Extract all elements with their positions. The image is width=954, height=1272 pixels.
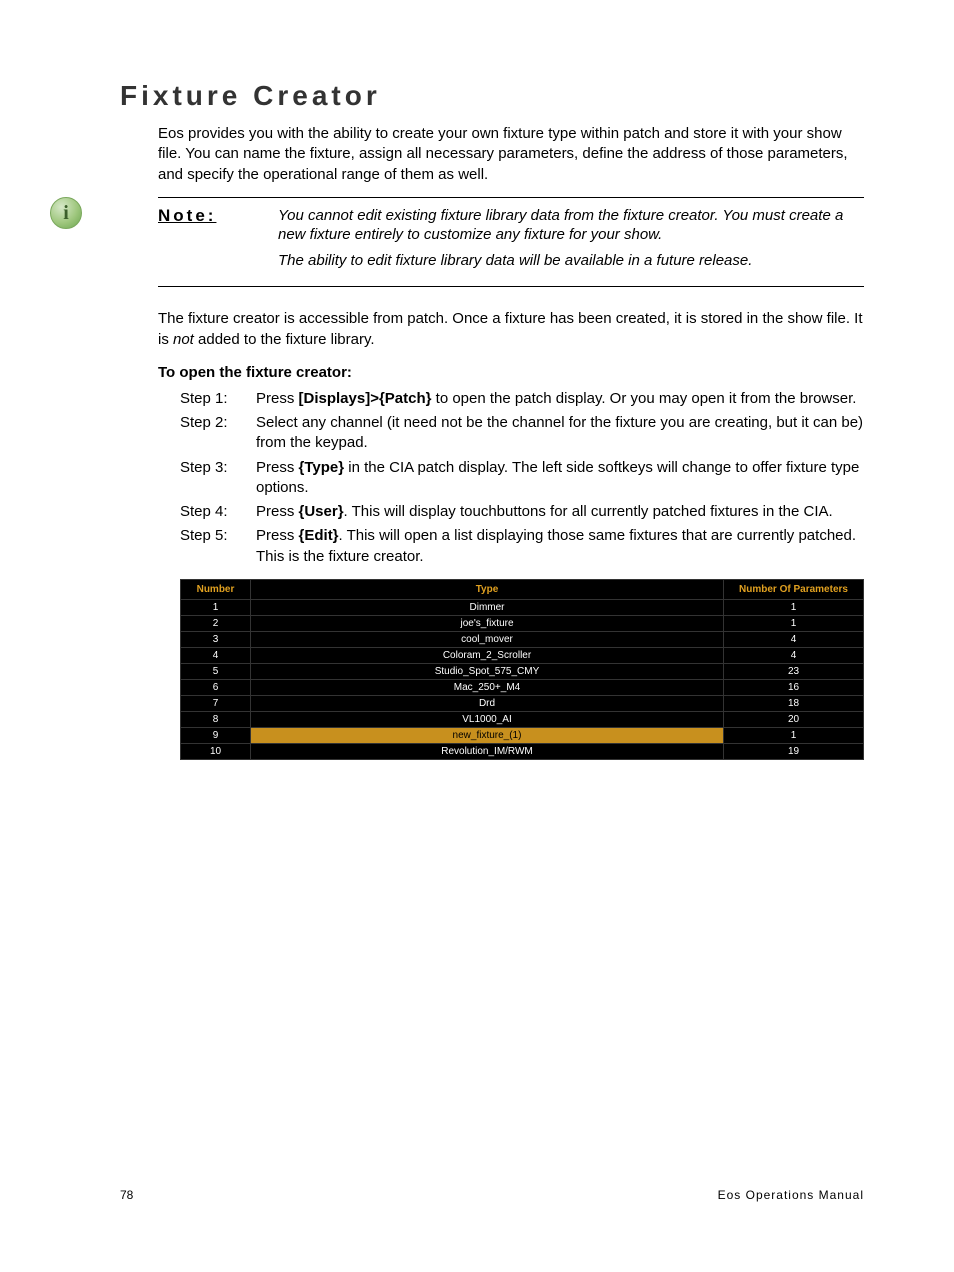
cell-number: 9: [181, 727, 251, 743]
cell-number: 6: [181, 679, 251, 695]
cell-number: 4: [181, 647, 251, 663]
step-body: Press {Type} in the CIA patch display. T…: [256, 458, 864, 499]
step-item: Step 3: Press {Type} in the CIA patch di…: [180, 458, 864, 499]
table-row: 2joe's_fixture1: [181, 615, 864, 631]
body-em: not: [173, 331, 194, 348]
table-row: 1Dimmer1: [181, 599, 864, 615]
table-row: 7Drd18: [181, 695, 864, 711]
table-row: 8VL1000_AI20: [181, 711, 864, 727]
cell-params: 23: [724, 663, 864, 679]
th-type: Type: [251, 579, 724, 599]
step-body: Press {User}. This will display touchbut…: [256, 502, 864, 522]
cell-params: 16: [724, 679, 864, 695]
cell-params: 4: [724, 631, 864, 647]
note-line-1: You cannot edit existing fixture library…: [278, 206, 864, 245]
cell-type: VL1000_AI: [251, 711, 724, 727]
note-text: You cannot edit existing fixture library…: [278, 206, 864, 277]
info-icon: i: [50, 197, 82, 229]
manual-title: Eos Operations Manual: [718, 1188, 864, 1202]
body-post: added to the fixture library.: [194, 331, 375, 348]
step-label: Step 3:: [180, 458, 256, 499]
cell-params: 18: [724, 695, 864, 711]
cell-type: Coloram_2_Scroller: [251, 647, 724, 663]
table-row: 4Coloram_2_Scroller4: [181, 647, 864, 663]
table-row: 5Studio_Spot_575_CMY23: [181, 663, 864, 679]
cell-number: 7: [181, 695, 251, 711]
cell-number: 8: [181, 711, 251, 727]
cell-params: 20: [724, 711, 864, 727]
step-label: Step 1:: [180, 389, 256, 409]
intro-paragraph: Eos provides you with the ability to cre…: [158, 124, 864, 185]
cell-params: 19: [724, 743, 864, 759]
page-number: 78: [120, 1188, 133, 1202]
info-glyph: i: [63, 202, 69, 225]
cell-type: Dimmer: [251, 599, 724, 615]
cell-type: Drd: [251, 695, 724, 711]
step-item: Step 4: Press {User}. This will display …: [180, 502, 864, 522]
cell-type: Revolution_IM/RWM: [251, 743, 724, 759]
table-row: 10Revolution_IM/RWM19: [181, 743, 864, 759]
cell-type: new_fixture_(1): [251, 727, 724, 743]
cell-number: 10: [181, 743, 251, 759]
step-body: Press [Displays]>{Patch} to open the pat…: [256, 389, 864, 409]
table-header-row: Number Type Number Of Parameters: [181, 579, 864, 599]
cell-type: joe's_fixture: [251, 615, 724, 631]
cell-type: cool_mover: [251, 631, 724, 647]
step-item: Step 2: Select any channel (it need not …: [180, 413, 864, 454]
step-label: Step 4:: [180, 502, 256, 522]
cell-params: 1: [724, 615, 864, 631]
cell-number: 3: [181, 631, 251, 647]
th-params: Number Of Parameters: [724, 579, 864, 599]
note-block: Note: You cannot edit existing fixture l…: [158, 197, 864, 288]
page-content: Fixture Creator Eos provides you with th…: [0, 0, 954, 760]
note-line-2: The ability to edit fixture library data…: [278, 251, 864, 271]
cell-number: 5: [181, 663, 251, 679]
step-label: Step 5:: [180, 526, 256, 567]
step-label: Step 2:: [180, 413, 256, 454]
body-paragraph: The fixture creator is accessible from p…: [158, 309, 864, 350]
step-item: Step 1: Press [Displays]>{Patch} to open…: [180, 389, 864, 409]
cell-number: 1: [181, 599, 251, 615]
step-body: Select any channel (it need not be the c…: [256, 413, 864, 454]
cell-params: 4: [724, 647, 864, 663]
cell-type: Mac_250+_M4: [251, 679, 724, 695]
page-footer: 78 Eos Operations Manual: [120, 1188, 864, 1202]
step-item: Step 5: Press {Edit}. This will open a l…: [180, 526, 864, 567]
table-row: 6Mac_250+_M416: [181, 679, 864, 695]
cell-type: Studio_Spot_575_CMY: [251, 663, 724, 679]
cell-params: 1: [724, 727, 864, 743]
table-row: 9new_fixture_(1)1: [181, 727, 864, 743]
th-number: Number: [181, 579, 251, 599]
step-body: Press {Edit}. This will open a list disp…: [256, 526, 864, 567]
note-label: Note:: [158, 206, 278, 277]
steps-list: Step 1: Press [Displays]>{Patch} to open…: [180, 389, 864, 567]
table-row: 3cool_mover4: [181, 631, 864, 647]
cell-number: 2: [181, 615, 251, 631]
subhead: To open the fixture creator:: [158, 364, 864, 381]
fixture-table: Number Type Number Of Parameters 1Dimmer…: [180, 579, 864, 760]
page-title: Fixture Creator: [120, 80, 864, 112]
cell-params: 1: [724, 599, 864, 615]
